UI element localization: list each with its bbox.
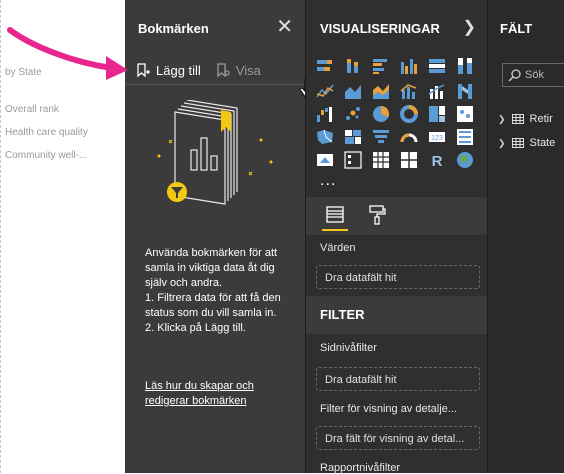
page-filter-label: Sidnivåfilter	[320, 342, 377, 354]
search-icon	[508, 69, 521, 82]
drillthrough-drop-well[interactable]: Dra fält för visning av detal...	[316, 426, 480, 450]
donut-chart-icon[interactable]	[400, 105, 418, 123]
drillthrough-filter-label: Filter för visning av detalje...	[320, 403, 457, 415]
bookmarks-help-link[interactable]: Läs hur du skapar och redigerar bokmärke…	[145, 379, 285, 409]
format-paint-roller-icon[interactable]	[364, 203, 390, 229]
fields-search-input[interactable]: Sök	[502, 63, 564, 87]
matrix-icon[interactable]	[400, 151, 418, 169]
clustered-bar-chart-icon[interactable]	[372, 57, 390, 75]
field-table-state[interactable]: ❯ State	[498, 137, 555, 149]
table-icon	[511, 138, 524, 148]
line-chart-icon[interactable]	[316, 82, 334, 100]
100-stacked-column-chart-icon[interactable]	[456, 57, 474, 75]
close-icon[interactable]: ✕	[276, 17, 293, 37]
kpi-icon[interactable]	[316, 151, 334, 169]
table-visual-icon[interactable]	[372, 151, 390, 169]
field-table-label: Retir	[529, 113, 553, 125]
table-icon	[511, 114, 524, 124]
map-icon[interactable]	[456, 105, 474, 123]
bookmarks-pane: Bokmärken ✕ Lägg till Visa Använda bokmä…	[125, 0, 317, 473]
ribbon-chart-icon[interactable]	[456, 82, 474, 100]
pie-chart-icon[interactable]	[372, 105, 390, 123]
chevron-right-icon[interactable]: ❯	[498, 114, 506, 125]
chevron-right-icon[interactable]: ❯	[498, 138, 506, 149]
stacked-column-chart-icon[interactable]	[344, 57, 362, 75]
report-filter-label: Rapportnivåfilter	[320, 462, 401, 474]
bookmarks-toolbar: Lägg till Visa	[125, 56, 305, 85]
add-bookmark-label: Lägg till	[156, 62, 201, 78]
line-clustered-column-chart-icon[interactable]	[428, 82, 446, 100]
waterfall-chart-icon[interactable]	[316, 105, 334, 123]
bookmarks-header: Bokmärken ✕	[125, 0, 305, 56]
treemap-icon[interactable]	[428, 105, 446, 123]
field-table-retir[interactable]: ❯ Retir	[498, 113, 553, 125]
card-icon[interactable]: 123	[428, 128, 446, 146]
canvas-label-overall-rank: Overall rank	[5, 104, 59, 115]
bookmarks-description: Använda bokmärken för att samla in vikti…	[145, 247, 281, 334]
visualizations-pane: VISUALISERINGAR ❯ 123 R ... Värden Dra da…	[305, 0, 488, 474]
canvas-label-community: Community well-...	[5, 150, 88, 161]
fields-pane: FÄLT Sök ❯ Retir ❯ State	[487, 0, 564, 473]
more-visuals-icon[interactable]: ...	[320, 172, 336, 190]
search-placeholder: Sök	[525, 69, 544, 81]
field-table-label: State	[529, 137, 556, 149]
line-column-chart-icon[interactable]	[400, 82, 418, 100]
values-label: Värden	[320, 242, 356, 254]
view-bookmark-label: Visa	[235, 62, 261, 78]
slicer-icon[interactable]	[344, 151, 362, 169]
fields-header: FÄLT	[500, 20, 533, 36]
gauge-icon[interactable]	[400, 128, 418, 146]
globe-icon[interactable]	[456, 151, 474, 169]
visualizations-header: VISUALISERINGAR ❯	[306, 0, 488, 56]
shape-map-icon[interactable]	[344, 128, 362, 146]
filter-header: FILTER	[306, 296, 488, 334]
clustered-column-chart-icon[interactable]	[400, 57, 418, 75]
area-chart-icon[interactable]	[344, 82, 362, 100]
svg-text:R: R	[432, 153, 443, 169]
view-bookmark-button[interactable]: Visa	[215, 62, 261, 78]
svg-text:123: 123	[431, 135, 443, 142]
scatter-chart-icon[interactable]	[344, 105, 362, 123]
fields-tab-icon[interactable]	[322, 203, 348, 231]
viz-tabs	[306, 197, 488, 235]
r-script-icon[interactable]: R	[428, 151, 446, 170]
callout-arrow-icon	[7, 27, 128, 80]
chevron-right-icon[interactable]: ❯	[463, 17, 476, 37]
filled-map-icon[interactable]	[316, 128, 334, 146]
canvas-label-health-care: Health care quality	[5, 127, 88, 138]
view-bookmark-icon	[217, 63, 230, 78]
values-drop-well[interactable]: Dra datafält hit	[316, 265, 480, 289]
visualizations-title: VISUALISERINGAR	[320, 20, 440, 36]
stacked-area-chart-icon[interactable]	[372, 82, 390, 100]
page-filter-drop-well[interactable]: Dra datafält hit	[316, 367, 480, 391]
100-stacked-bar-chart-icon[interactable]	[428, 57, 446, 75]
multi-row-card-icon[interactable]	[456, 128, 474, 146]
funnel-icon[interactable]	[372, 128, 390, 146]
bookmarks-illustration	[157, 100, 273, 205]
stacked-bar-chart-icon[interactable]	[316, 57, 334, 75]
